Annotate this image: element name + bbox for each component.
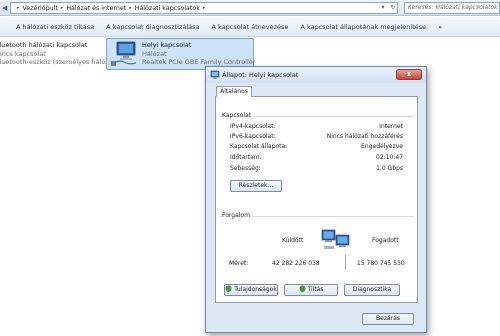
dialog-title: Állapot: Helyi kapcsolat — [222, 71, 299, 79]
info-row-ipv4: IPv4-kapcsolat: Internet — [230, 123, 403, 132]
info-value: 1,0 Gbps — [376, 165, 403, 172]
info-row-ipv6: IPv6-kapcsolat: Nincs hálózati hozzáféré… — [230, 133, 403, 142]
bytes-received-value: 15 780 745 530 — [357, 260, 405, 267]
info-row-speed: Sebesség: 1,0 Gbps — [230, 165, 403, 174]
close-button[interactable]: x — [396, 69, 422, 80]
address-bar: ◀ ▸ Vezérlőpult ▸ Hálózat és internet ▸ … — [0, 0, 500, 16]
disable-label: Tiltás — [307, 286, 324, 293]
shield-icon — [225, 285, 232, 292]
disable-button[interactable]: Tiltás — [284, 284, 338, 296]
connection-name: Helyi kapcsolat — [142, 41, 192, 49]
info-key: IPv6-kapcsolat: — [230, 133, 276, 140]
crumb-chevron-icon[interactable]: ▸ — [17, 5, 20, 11]
command-bar: A hálózati eszköz tiltása A kapcsolat di… — [0, 17, 500, 37]
diagnose-button[interactable]: Diagnosztika — [344, 284, 400, 296]
details-button[interactable]: Részletek... — [230, 180, 282, 192]
crumb-chevron-icon[interactable]: ▸ — [129, 5, 132, 11]
activity-computers-icon — [321, 229, 350, 249]
info-key: Kapcsolat állapota: — [230, 143, 288, 150]
connection-device: Bluetooth-eszköz (személyes hálózat) — [0, 58, 110, 66]
connection-status: Hálózat — [142, 49, 167, 58]
info-value: 02:10:47 — [376, 154, 403, 161]
rename-command[interactable]: A kapcsolat átnevezése — [212, 23, 289, 31]
connection-status: Nincs kapcsolat — [0, 49, 46, 58]
disable-device-command[interactable]: A hálózati eszköz tiltása — [16, 23, 94, 31]
network-status-icon — [210, 70, 220, 79]
info-key: Időtartam: — [230, 154, 262, 161]
properties-button[interactable]: Tulajdonságok — [224, 284, 278, 296]
close-dialog-button[interactable]: Bezárás — [362, 313, 414, 325]
connection-name: Bluetooth hálózati kapcsolat — [0, 41, 88, 49]
breadcrumb-control-panel[interactable]: Vezérlőpult — [23, 5, 58, 12]
dialog-title-bar[interactable]: Állapot: Helyi kapcsolat x — [206, 67, 426, 83]
connection-item-bluetooth[interactable]: Bluetooth hálózati kapcsolat Nincs kapcs… — [0, 41, 110, 67]
breadcrumb-network-connections[interactable]: Hálózati kapcsolatok — [135, 5, 200, 12]
shield-icon — [299, 285, 305, 292]
info-value: Nincs hálózati hozzáférés — [326, 133, 403, 140]
bytes-sent-value: 42 282 226 038 — [272, 260, 320, 267]
more-commands-icon[interactable]: » — [438, 23, 442, 31]
info-value: Internet — [379, 123, 403, 130]
activity-divider — [345, 255, 346, 269]
info-key: Sebesség: — [230, 165, 261, 172]
crumb-chevron-icon[interactable]: ▸ — [203, 5, 206, 11]
sent-label: Küldött — [282, 237, 304, 244]
tab-general[interactable]: Általános — [216, 86, 252, 97]
received-label: Fogadott — [372, 237, 399, 244]
diagnose-command[interactable]: A kapcsolat diagnosztizálása — [106, 23, 199, 31]
bytes-label: Méret: — [229, 260, 249, 267]
info-value: Engedélyezve — [361, 143, 403, 150]
info-key: IPv4-kapcsolat: — [230, 123, 276, 130]
connection-group-label: Kapcsolat — [222, 112, 255, 119]
network-connection-icon — [111, 41, 137, 66]
dropdown-arrow-icon[interactable]: ▾ — [378, 2, 388, 14]
crumb-chevron-icon[interactable]: ▸ — [61, 5, 64, 11]
breadcrumb-network-internet[interactable]: Hálózat és internet — [66, 5, 126, 12]
info-row-media-state: Kapcsolat állapota: Engedélyezve — [230, 143, 403, 152]
back-arrow-icon[interactable]: ◀ — [2, 3, 10, 13]
activity-group-label: Forgalom — [222, 212, 253, 219]
view-status-command[interactable]: A kapcsolat állapotának megjelenítése — [300, 23, 426, 31]
properties-label: Tulajdonságok — [234, 286, 277, 293]
info-row-duration: Időtartam: 02:10:47 — [230, 154, 403, 163]
refresh-icon[interactable]: ↻ — [388, 2, 398, 14]
address-field[interactable]: ▸ Vezérlőpult ▸ Hálózat és internet ▸ Há… — [10, 2, 398, 14]
search-input[interactable]: Keresés: Hálózati kapcsolatok — [404, 2, 500, 14]
